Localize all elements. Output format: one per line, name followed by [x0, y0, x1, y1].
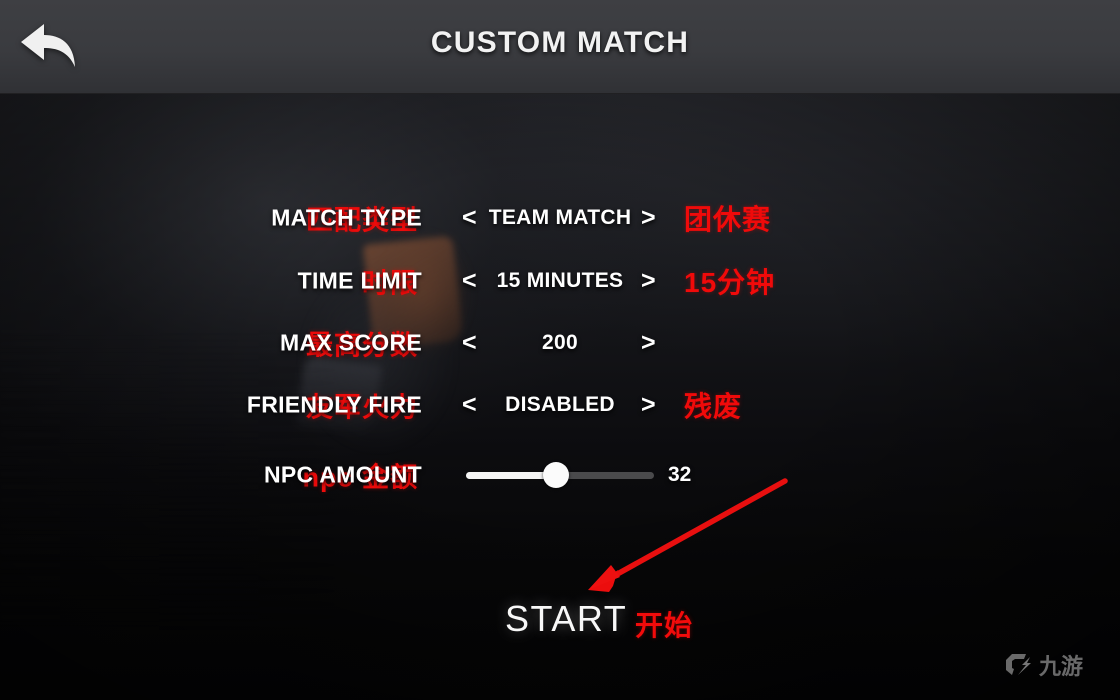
option-label-friendly-fire: FRIENDLY FIRE [246, 391, 422, 418]
option-value-friendly-fire: DISABLED [505, 393, 615, 416]
next-arrow-time-limit[interactable]: > [641, 267, 656, 296]
annotation-zh-start: 开始 [635, 610, 694, 641]
annotation-zh-value-time-limit: 15分钟 [684, 267, 776, 298]
option-label-time-limit: TIME LIMIT [297, 267, 422, 294]
option-value-time-limit: 15 MINUTES [496, 269, 624, 292]
next-arrow-max-score[interactable]: > [641, 329, 656, 358]
next-arrow-friendly-fire[interactable]: > [641, 391, 656, 420]
g-logo-icon [1004, 650, 1034, 683]
option-label-npc-amount: NPC AMOUNT [263, 461, 422, 488]
page-title: CUSTOM MATCH [430, 26, 690, 59]
option-row-npc-amount: npc 金额 NPC AMOUNT 32 [0, 455, 1120, 495]
top-header-bar: CUSTOM MATCH [0, 0, 1120, 94]
watermark: 九游 [1004, 650, 1083, 683]
option-row-friendly-fire: 友军火力 FRIENDLY FIRE < DISABLED > 残废 [0, 385, 1120, 425]
option-value-max-score: 200 [542, 331, 578, 354]
option-row-time-limit: 时限 TIME LIMIT < 15 MINUTES > 15分钟 [0, 261, 1120, 301]
prev-arrow-friendly-fire[interactable]: < [462, 391, 477, 420]
slider-handle[interactable] [543, 462, 570, 488]
option-label-max-score: MAX SCORE [280, 329, 422, 356]
prev-arrow-time-limit[interactable]: < [462, 267, 477, 296]
option-row-match-type: 匹配类型 MATCH TYPE < TEAM MATCH > 团休赛 [0, 198, 1120, 238]
game-screen: CUSTOM MATCH 匹配类型 MATCH TYPE < TEAM MATC… [0, 0, 1120, 700]
watermark-text: 九游 [1039, 653, 1084, 679]
npc-amount-slider[interactable] [466, 462, 654, 488]
annotation-zh-value-friendly-fire: 残废 [684, 391, 743, 422]
next-arrow-match-type[interactable]: > [641, 204, 656, 233]
npc-amount-value: 32 [668, 463, 692, 486]
option-row-max-score: 最高分数 MAX SCORE < 200 > [0, 323, 1120, 363]
annotation-zh-value-match-type: 团休赛 [684, 204, 772, 235]
option-label-match-type: MATCH TYPE [271, 204, 422, 231]
prev-arrow-max-score[interactable]: < [462, 329, 477, 358]
start-button[interactable]: START [505, 598, 627, 640]
prev-arrow-match-type[interactable]: < [462, 204, 477, 233]
option-value-match-type: TEAM MATCH [488, 206, 632, 229]
